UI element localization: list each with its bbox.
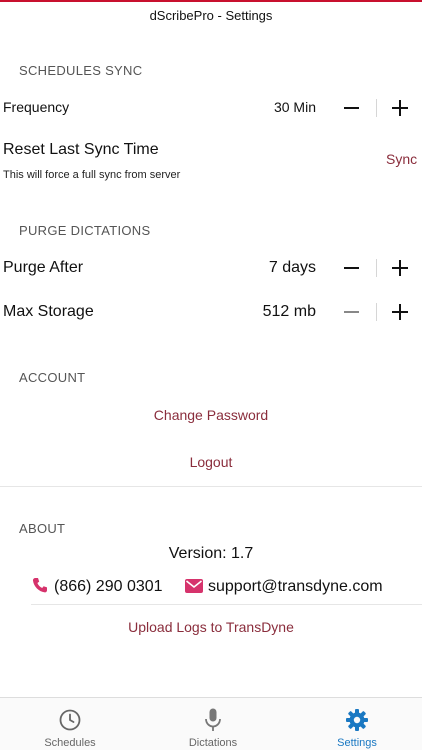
gear-icon [345, 708, 369, 732]
max-storage-increment-button[interactable] [387, 299, 413, 325]
stepper-divider [376, 99, 377, 117]
tab-label: Settings [337, 737, 377, 749]
frequency-increment-button[interactable] [387, 95, 413, 121]
purge-after-decrement-button[interactable] [338, 255, 364, 281]
tab-dictations[interactable]: Dictations [143, 698, 283, 750]
divider [0, 486, 422, 487]
stepper-divider [376, 303, 377, 321]
section-header-account: ACCOUNT [19, 370, 86, 385]
microphone-icon [202, 707, 224, 733]
tab-label: Schedules [44, 737, 96, 749]
upload-logs-button[interactable]: Upload Logs to TransDyne [0, 619, 422, 635]
support-email[interactable]: support@transdyne.com [208, 578, 383, 596]
page-title: dScribePro - Settings [149, 8, 273, 23]
reset-sync-subtitle: This will force a full sync from server [3, 169, 181, 181]
minus-icon [343, 107, 359, 109]
phone-number[interactable]: (866) 290 0301 [54, 578, 163, 596]
tab-label: Dictations [188, 737, 238, 749]
plus-icon [392, 304, 408, 320]
section-header-about: ABOUT [19, 521, 66, 536]
max-storage-decrement-button[interactable] [338, 299, 364, 325]
minus-icon [343, 311, 359, 313]
section-header-purge-dictations: PURGE DICTATIONS [19, 223, 151, 238]
divider [31, 604, 422, 605]
frequency-label: Frequency [3, 99, 70, 115]
plus-icon [392, 260, 408, 276]
tab-bar: Schedules Dictations Settings [0, 697, 422, 750]
phone-icon [32, 577, 48, 594]
top-accent-bar [0, 0, 422, 2]
max-storage-label: Max Storage [3, 303, 94, 320]
stepper-divider [376, 259, 377, 277]
frequency-value: 30 Min [273, 99, 316, 115]
tab-schedules[interactable]: Schedules [0, 698, 140, 750]
reset-sync-label: Reset Last Sync Time [3, 141, 159, 158]
purge-after-label: Purge After [3, 259, 84, 276]
plus-icon [392, 100, 408, 116]
minus-icon [343, 267, 359, 269]
tab-settings[interactable]: Settings [287, 698, 422, 750]
section-header-schedules-sync: SCHEDULES SYNC [19, 63, 143, 78]
envelope-icon [185, 579, 203, 593]
logout-button[interactable]: Logout [0, 454, 422, 470]
change-password-button[interactable]: Change Password [0, 407, 422, 423]
frequency-decrement-button[interactable] [338, 95, 364, 121]
sync-button[interactable]: Sync [386, 151, 417, 167]
purge-after-increment-button[interactable] [387, 255, 413, 281]
version-text: Version: 1.7 [168, 545, 254, 562]
purge-after-value: 7 days [268, 259, 316, 276]
clock-icon [58, 708, 82, 732]
max-storage-value: 512 mb [262, 303, 316, 320]
